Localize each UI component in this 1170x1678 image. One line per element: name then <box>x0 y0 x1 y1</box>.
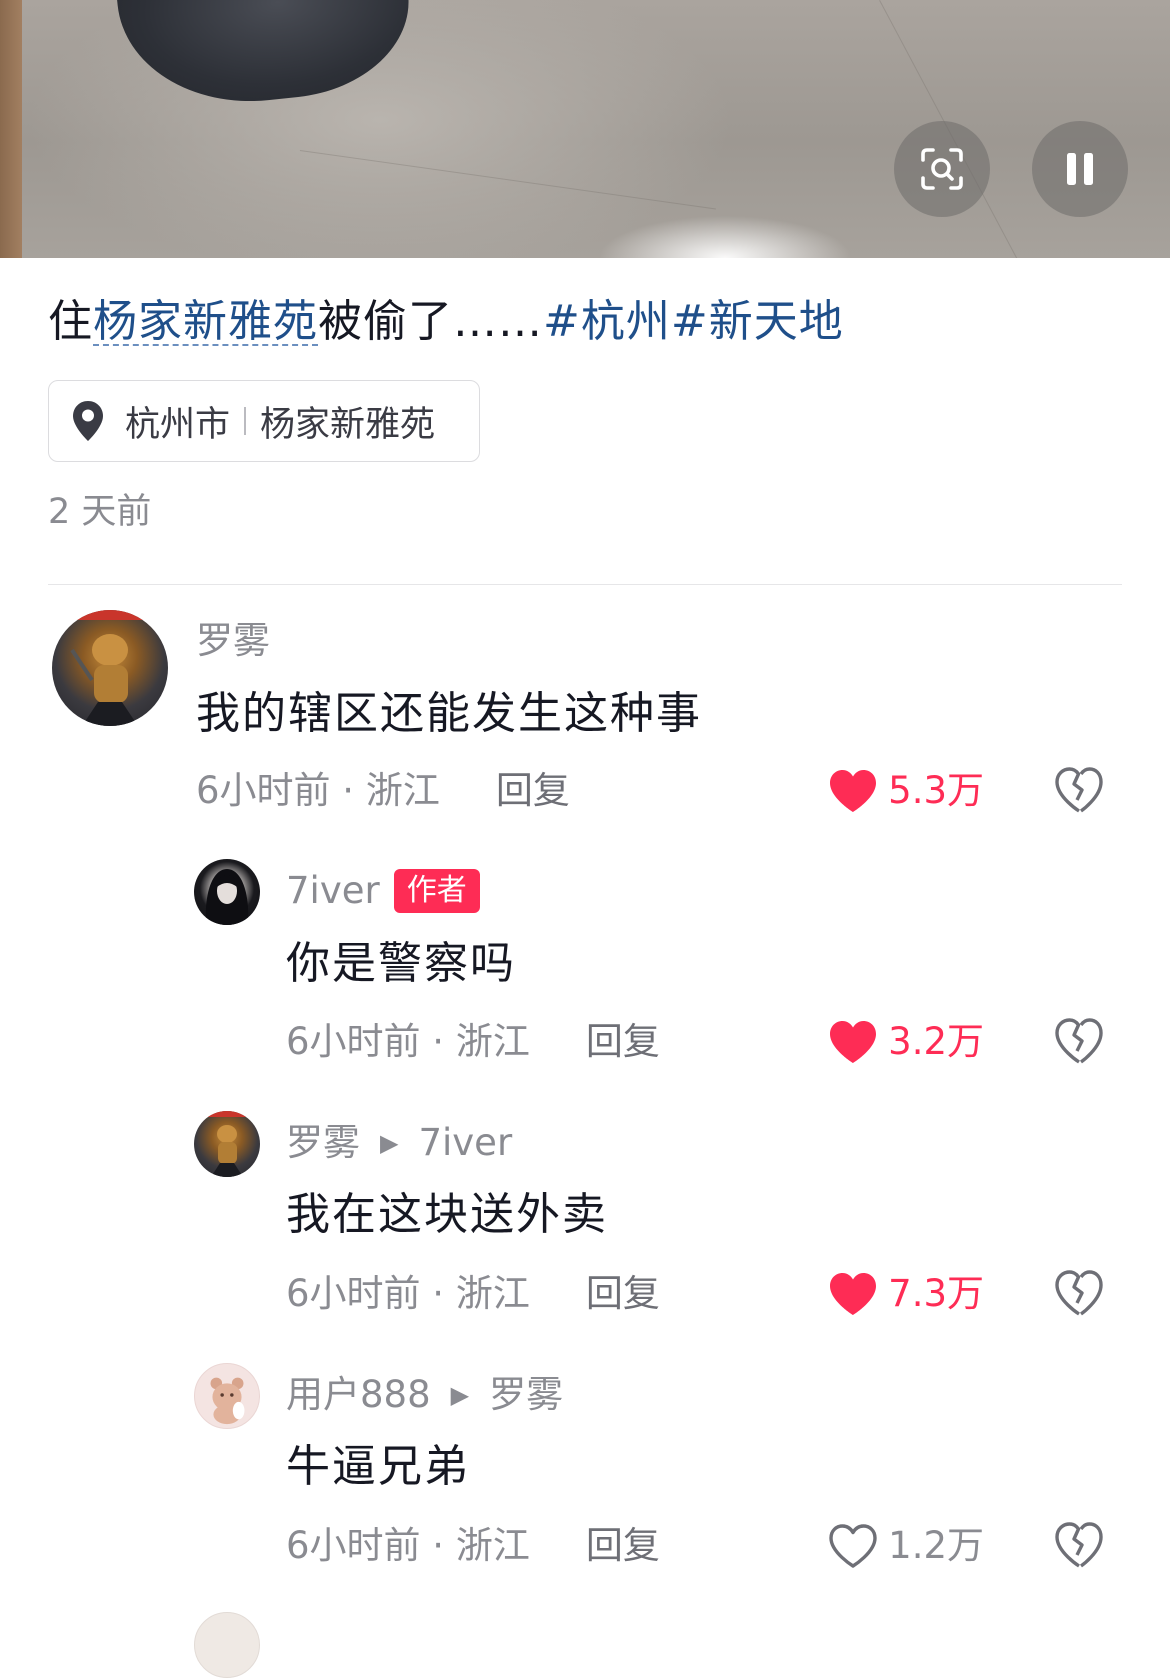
pause-icon <box>1067 153 1093 185</box>
comment-username[interactable]: 用户888 ▶ 罗雾 <box>286 1370 563 1420</box>
heart-outline-icon <box>829 1524 877 1568</box>
avatar[interactable] <box>194 1363 260 1429</box>
divider <box>48 584 1122 585</box>
comment-time: 6小时前 · 浙江 <box>286 1524 530 1567</box>
broken-heart-icon <box>1055 1522 1103 1568</box>
heart-filled-icon <box>830 1273 877 1315</box>
location-chip[interactable]: 杭州市 杨家新雅苑 <box>48 380 480 462</box>
avatar-art <box>52 610 168 726</box>
comment-text: 我在这块送外卖 <box>286 1189 608 1240</box>
like-button[interactable]: 3.2万 <box>828 1017 984 1067</box>
comment-time: 6小时前 · 浙江 <box>286 1020 530 1063</box>
floor-vein <box>299 150 716 210</box>
like-button[interactable]: 5.3万 <box>828 766 984 816</box>
dislike-button[interactable] <box>1054 1521 1104 1573</box>
comment-time: 6小时前 · 浙江 <box>196 769 440 812</box>
pause-button[interactable] <box>1032 121 1128 217</box>
comment-username[interactable]: 罗雾 <box>196 616 270 666</box>
avatar-art <box>194 1111 260 1177</box>
avatar[interactable] <box>194 859 260 925</box>
dislike-button[interactable] <box>1054 1269 1104 1321</box>
like-button[interactable]: 1.2万 <box>828 1521 984 1571</box>
avatar[interactable] <box>194 1111 260 1177</box>
comment-time: 6小时前 · 浙江 <box>286 1272 530 1315</box>
image-search-button[interactable] <box>894 121 990 217</box>
like-count: 1.2万 <box>888 1524 984 1567</box>
heart-filled-icon <box>830 1021 877 1063</box>
reply-button[interactable]: 回复 <box>586 1524 660 1567</box>
comment-username[interactable]: 罗雾 ▶ 7iver <box>286 1118 512 1168</box>
location-separator <box>244 407 247 435</box>
location-city: 杭州市 <box>125 404 231 445</box>
title-location-link[interactable]: 杨家新雅苑 <box>93 296 318 347</box>
like-button[interactable]: 7.3万 <box>828 1269 984 1319</box>
comment-text: 牛逼兄弟 <box>286 1441 470 1492</box>
comment-meta: 6小时前 · 浙江 回复 <box>196 766 570 816</box>
comment-username[interactable]: 7iver 作者 <box>286 866 480 916</box>
hashtag-hangzhou[interactable]: #杭州 <box>543 296 671 347</box>
avatar[interactable] <box>52 610 168 726</box>
hashtag-xintiandi[interactable]: #新天地 <box>671 296 844 347</box>
comment-text: 你是警察吗 <box>286 938 516 989</box>
reply-button[interactable]: 回复 <box>586 1020 660 1063</box>
avatar[interactable] <box>194 1612 260 1678</box>
broken-heart-icon <box>1055 1270 1103 1316</box>
title-text: 被偷了…… <box>318 296 543 347</box>
broken-heart-icon <box>1055 767 1103 813</box>
location-place: 杨家新雅苑 <box>260 404 436 445</box>
reply-arrow-icon: ▶ <box>450 1381 470 1409</box>
broken-heart-icon <box>1055 1018 1103 1064</box>
reply-to-username[interactable]: 7iver <box>418 1118 512 1168</box>
comment-text: 我的辖区还能发生这种事 <box>196 688 702 739</box>
like-count: 5.3万 <box>888 769 984 812</box>
avatar-art <box>210 1377 245 1425</box>
reply-to-username[interactable]: 罗雾 <box>489 1370 563 1420</box>
reply-arrow-icon: ▶ <box>380 1129 399 1157</box>
author-badge: 作者 <box>393 869 480 913</box>
video-shoe <box>112 0 418 115</box>
dislike-button[interactable] <box>1054 766 1104 818</box>
comment-meta: 6小时前 · 浙江 回复 <box>286 1017 660 1067</box>
video-wall-edge <box>0 0 22 258</box>
title-prefix: 住 <box>48 296 93 347</box>
comment-meta: 6小时前 · 浙江 回复 <box>286 1521 660 1571</box>
reply-button[interactable]: 回复 <box>496 769 570 812</box>
video-player[interactable] <box>0 0 1170 258</box>
avatar-art <box>205 869 249 925</box>
reply-button[interactable]: 回复 <box>586 1272 660 1315</box>
dislike-button[interactable] <box>1054 1017 1104 1069</box>
location-pin-icon <box>73 401 103 441</box>
like-count: 3.2万 <box>888 1020 984 1063</box>
comment-meta: 6小时前 · 浙江 回复 <box>286 1269 660 1319</box>
post-title: 住杨家新雅苑被偷了……#杭州#新天地 <box>48 292 844 352</box>
heart-filled-icon <box>830 770 877 812</box>
image-search-icon <box>921 148 963 190</box>
post-time: 2 天前 <box>48 492 152 532</box>
like-count: 7.3万 <box>888 1272 984 1315</box>
